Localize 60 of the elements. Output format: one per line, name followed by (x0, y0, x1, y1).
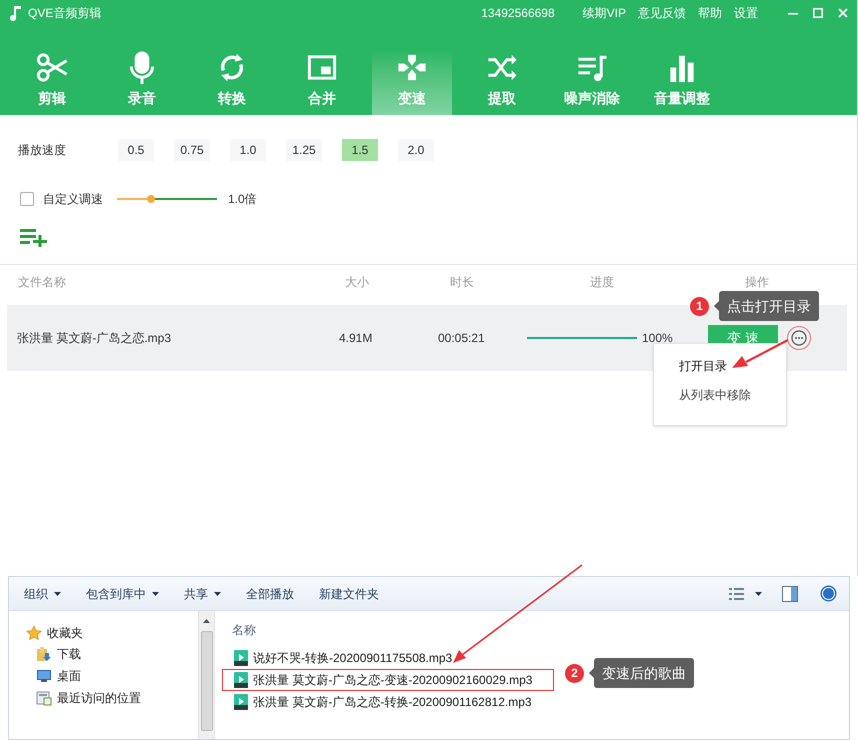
custom-speed-label: 自定义调速 (43, 191, 103, 208)
add-to-list-icon[interactable] (20, 227, 48, 247)
file-item[interactable]: 张洪量 莫文蔚-广岛之恋-转换-20200901162812.mp3 (222, 691, 554, 713)
caret-icon (54, 592, 61, 596)
toolbar-button[interactable]: 全部播放 (246, 584, 294, 602)
file-item[interactable]: 说好不哭-转换-20200901175508.mp3 (222, 647, 554, 669)
caret-icon (214, 592, 221, 596)
speed-option[interactable]: 2.0 (398, 139, 434, 161)
nav-item[interactable]: 下载 (36, 643, 198, 665)
caret-icon[interactable] (755, 592, 762, 596)
maximize-icon[interactable] (813, 8, 823, 18)
tooltip: 点击打开目录 (719, 291, 819, 321)
scrollbar[interactable] (198, 611, 214, 739)
column-header: 时长 (450, 274, 475, 291)
caret-icon (152, 592, 159, 596)
more-icon (791, 330, 807, 346)
folder-icon (36, 646, 52, 662)
column-header[interactable]: 名称 (232, 621, 849, 639)
star-icon (26, 625, 42, 641)
toolbar-button[interactable]: 组织 (24, 584, 61, 602)
speed-reading: 1.0倍 (228, 191, 257, 208)
speed-option[interactable]: 0.75 (174, 139, 210, 161)
tooltip: 变速后的歌曲 (594, 658, 694, 688)
account-number: 13492566698 (481, 4, 555, 22)
view-options-icon[interactable] (729, 588, 745, 600)
audio-file-icon (233, 672, 249, 688)
speed-option[interactable]: 1.5 (342, 139, 378, 161)
toolbar-button[interactable]: 包含到库中 (86, 584, 159, 602)
nav-item[interactable]: 收藏夹 (26, 623, 198, 643)
scroll-up-icon (203, 619, 210, 623)
scrollbar-thumb[interactable] (200, 631, 212, 731)
menu-item[interactable]: 从列表中移除 (679, 386, 786, 404)
nav-item[interactable]: 桌面 (36, 665, 198, 687)
column-header: 操作 (745, 274, 769, 291)
table-cell-text: 00:05:21 (438, 330, 486, 347)
preview-pane-icon[interactable] (782, 586, 798, 602)
speed-option[interactable]: 1.25 (286, 139, 322, 161)
music-note-icon (10, 4, 22, 20)
nav-item[interactable]: 最近访问的位置 (36, 687, 198, 709)
column-header: 大小 (345, 274, 370, 291)
window-title: QVE音频剪辑 (28, 4, 102, 22)
column-header: 进度 (590, 274, 615, 291)
speed-label: 播放速度 (18, 142, 67, 159)
scissors-icon (35, 51, 69, 84)
table-cell-text: 4.91M (339, 330, 374, 347)
table-cell-text: 100% (642, 330, 674, 347)
slider-thumb[interactable] (147, 195, 155, 203)
column-header: 文件名称 (18, 274, 67, 291)
toolbar-button[interactable]: 新建文件夹 (319, 584, 379, 602)
checkbox[interactable] (20, 192, 34, 206)
toolbar-button[interactable]: 共享 (184, 584, 221, 602)
file-item[interactable]: 张洪量 莫文蔚-广岛之恋-变速-20200902160029.mp3 (222, 669, 554, 691)
more-button[interactable] (787, 326, 811, 350)
table-cell-text: 张洪量 莫文蔚-广岛之恋.mp3 (17, 330, 172, 347)
close-icon[interactable] (838, 8, 848, 18)
audio-file-icon (233, 694, 249, 710)
speed-option[interactable]: 1.0 (230, 139, 266, 161)
desktop-icon (36, 668, 52, 684)
speed-option[interactable]: 0.5 (118, 139, 154, 161)
audio-file-icon (233, 650, 249, 666)
